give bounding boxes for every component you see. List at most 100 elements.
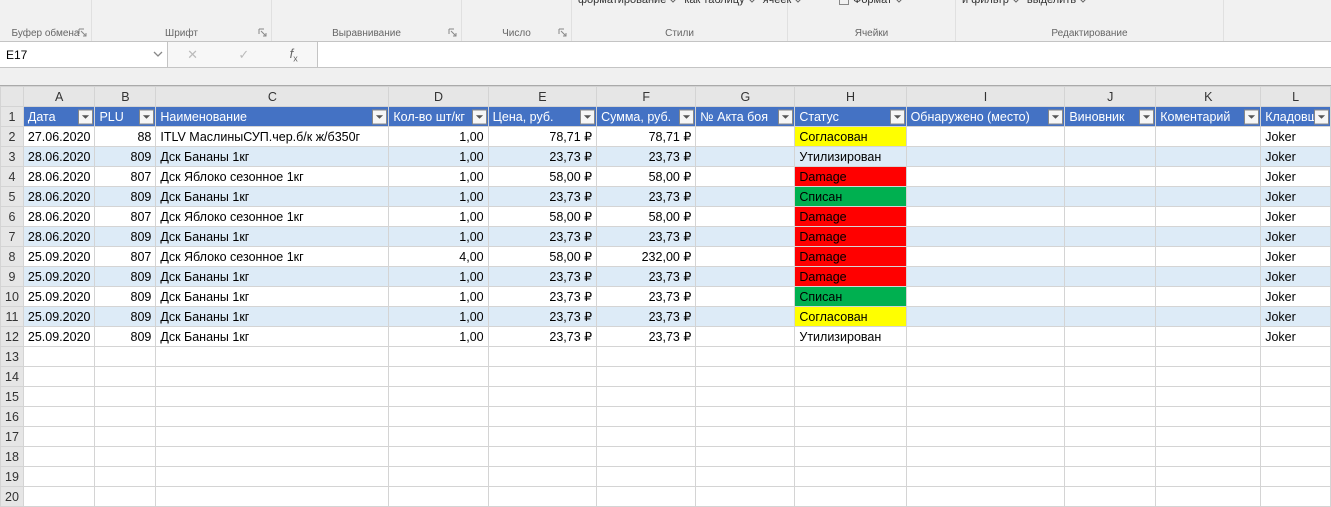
cell[interactable]	[1156, 347, 1261, 367]
cell[interactable]: 25.09.2020	[23, 327, 95, 347]
filter-dropdown-icon[interactable]	[472, 109, 487, 124]
cell[interactable]: Damage	[795, 267, 906, 287]
cell[interactable]	[906, 327, 1065, 347]
cell[interactable]: Joker	[1261, 327, 1331, 347]
column-header-H[interactable]: H	[795, 87, 906, 107]
formula-input[interactable]	[318, 42, 1331, 67]
column-header-D[interactable]: D	[389, 87, 488, 107]
cell[interactable]	[23, 347, 95, 367]
table-header-cell[interactable]: Цена, руб.	[488, 107, 596, 127]
cell[interactable]	[906, 307, 1065, 327]
cell[interactable]	[795, 347, 906, 367]
column-header-J[interactable]: J	[1065, 87, 1156, 107]
column-header-K[interactable]: K	[1156, 87, 1261, 107]
cell[interactable]	[696, 347, 795, 367]
cell[interactable]	[1156, 287, 1261, 307]
cell[interactable]	[23, 487, 95, 507]
cell[interactable]: 58,00 ₽	[597, 167, 696, 187]
select-all-corner[interactable]	[1, 87, 24, 107]
cell[interactable]: 58,00 ₽	[597, 207, 696, 227]
cell[interactable]: 1,00	[389, 167, 488, 187]
cell[interactable]	[1065, 367, 1156, 387]
empty-row[interactable]: 16	[1, 407, 1331, 427]
cell[interactable]: 78,71 ₽	[597, 127, 696, 147]
cell[interactable]	[488, 427, 596, 447]
cell[interactable]	[906, 227, 1065, 247]
cell[interactable]: 28.06.2020	[23, 207, 95, 227]
cell[interactable]	[389, 347, 488, 367]
cell[interactable]	[23, 447, 95, 467]
cell[interactable]	[597, 407, 696, 427]
cell[interactable]: Joker	[1261, 247, 1331, 267]
cell[interactable]	[95, 367, 156, 387]
cell[interactable]	[1156, 167, 1261, 187]
cell[interactable]	[696, 307, 795, 327]
cell[interactable]	[95, 447, 156, 467]
table-header-cell[interactable]: PLU	[95, 107, 156, 127]
cell[interactable]	[156, 487, 389, 507]
cell[interactable]	[156, 467, 389, 487]
cell[interactable]: 23,73 ₽	[488, 327, 596, 347]
cell[interactable]	[1065, 407, 1156, 427]
column-header-L[interactable]: L	[1261, 87, 1331, 107]
cell[interactable]	[156, 427, 389, 447]
cell[interactable]	[906, 187, 1065, 207]
row-header[interactable]: 1	[1, 107, 24, 127]
cell[interactable]: 809	[95, 327, 156, 347]
empty-row[interactable]: 18	[1, 447, 1331, 467]
cell[interactable]	[95, 407, 156, 427]
cell[interactable]	[597, 447, 696, 467]
cell[interactable]	[597, 347, 696, 367]
cell[interactable]: Damage	[795, 167, 906, 187]
cell[interactable]	[95, 467, 156, 487]
cell[interactable]	[1065, 307, 1156, 327]
cell[interactable]: 25.09.2020	[23, 267, 95, 287]
cell[interactable]	[389, 427, 488, 447]
cell[interactable]: Joker	[1261, 267, 1331, 287]
cell[interactable]	[95, 387, 156, 407]
cell[interactable]	[906, 247, 1065, 267]
cell[interactable]: 809	[95, 147, 156, 167]
cell[interactable]	[906, 487, 1065, 507]
table-header-cell[interactable]: Коментарий	[1156, 107, 1261, 127]
cell[interactable]: 25.09.2020	[23, 287, 95, 307]
row-header[interactable]: 4	[1, 167, 24, 187]
cell[interactable]: 809	[95, 187, 156, 207]
cell[interactable]	[1065, 227, 1156, 247]
table-row[interactable]: 528.06.2020809Дск Бананы 1кг1,0023,73 ₽2…	[1, 187, 1331, 207]
cell[interactable]	[906, 127, 1065, 147]
table-row[interactable]: 628.06.2020807Дск Яблоко сезонное 1кг1,0…	[1, 207, 1331, 227]
cell[interactable]	[1261, 487, 1331, 507]
cell[interactable]	[696, 327, 795, 347]
column-header-A[interactable]: A	[23, 87, 95, 107]
cell[interactable]	[1065, 427, 1156, 447]
sort-filter-button[interactable]: и фильтр	[962, 0, 1021, 6]
cell[interactable]	[906, 207, 1065, 227]
cell[interactable]: 232,00 ₽	[597, 247, 696, 267]
cell[interactable]	[795, 487, 906, 507]
cell[interactable]: 23,73 ₽	[597, 187, 696, 207]
cell[interactable]	[488, 487, 596, 507]
cell[interactable]: 23,73 ₽	[488, 147, 596, 167]
cell[interactable]: 807	[95, 167, 156, 187]
dialog-launcher-icon[interactable]	[257, 27, 269, 39]
cell[interactable]: Damage	[795, 247, 906, 267]
cell[interactable]: Дск Яблоко сезонное 1кг	[156, 207, 389, 227]
row-header[interactable]: 8	[1, 247, 24, 267]
cell[interactable]	[1156, 227, 1261, 247]
cell[interactable]	[696, 227, 795, 247]
cell[interactable]	[696, 167, 795, 187]
table-header-cell[interactable]: Кладовщ	[1261, 107, 1331, 127]
cell[interactable]	[1261, 347, 1331, 367]
cell[interactable]: Joker	[1261, 147, 1331, 167]
table-header-cell[interactable]: Дата	[23, 107, 95, 127]
cell[interactable]	[906, 427, 1065, 447]
cell[interactable]	[906, 147, 1065, 167]
filter-dropdown-icon[interactable]	[78, 109, 93, 124]
cell[interactable]	[1065, 287, 1156, 307]
cell[interactable]	[1065, 167, 1156, 187]
cell[interactable]	[1065, 387, 1156, 407]
cell[interactable]: ITLV МаслиныСУП.чер.б/к ж/б350г	[156, 127, 389, 147]
column-header-I[interactable]: I	[906, 87, 1065, 107]
cell[interactable]	[488, 467, 596, 487]
